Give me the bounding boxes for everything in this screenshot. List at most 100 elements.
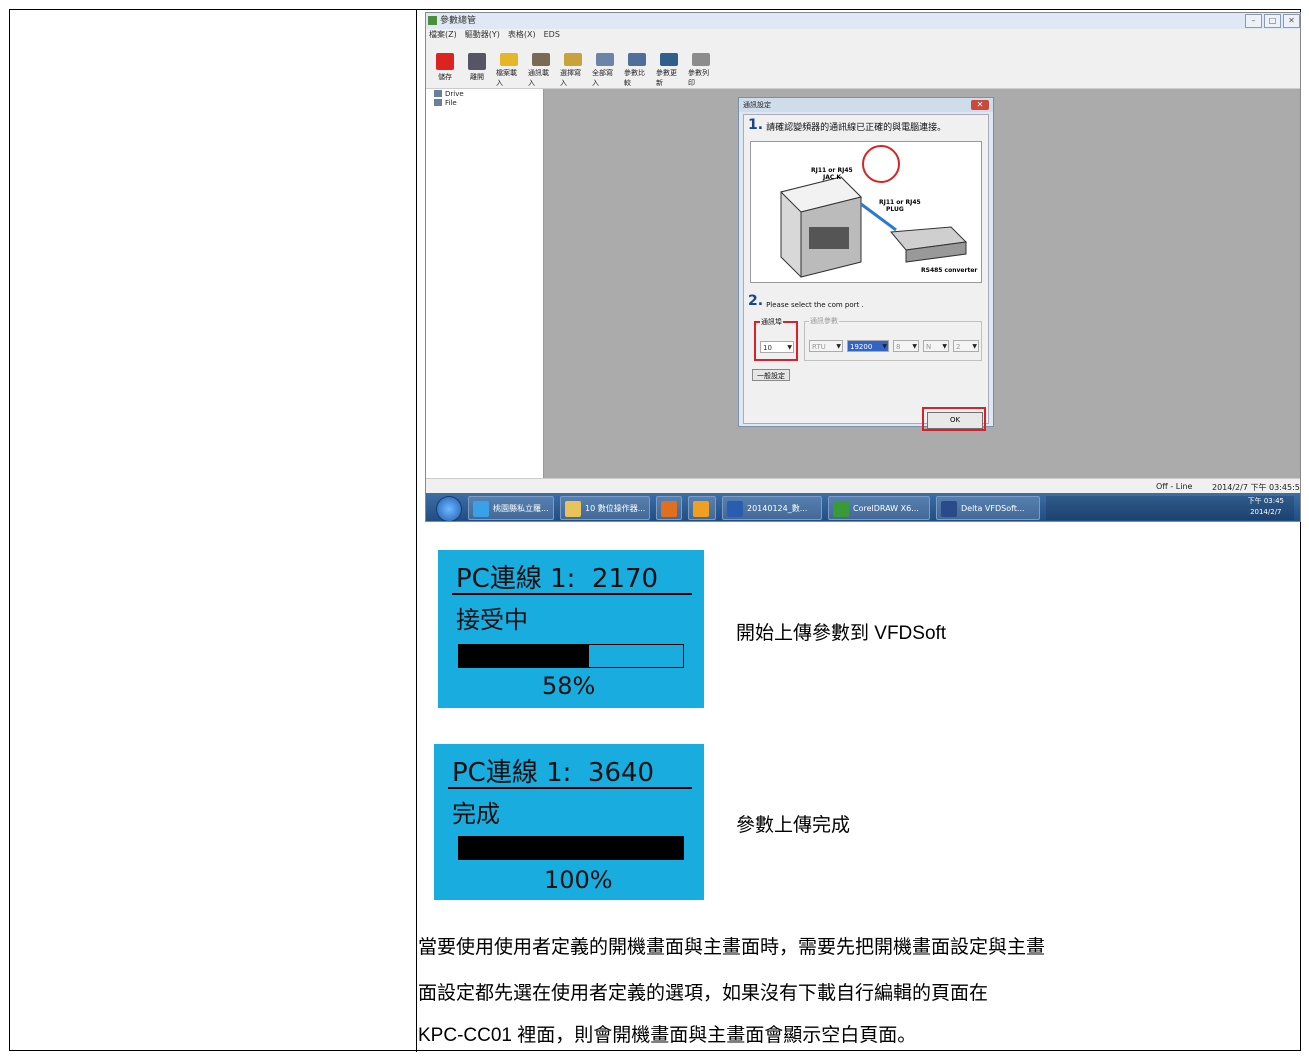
svg-text:RJ11 or RJ45: RJ11 or RJ45 xyxy=(879,199,921,206)
param-compare-icon xyxy=(628,53,646,66)
tray-clock: 下午 03:45 2014/2/7 xyxy=(1247,497,1284,516)
step1-text: 請確認變頻器的通訊線已正確的與電腦連接。 xyxy=(766,123,947,133)
lcd-progress-fill xyxy=(459,645,589,667)
word-icon xyxy=(727,501,743,517)
file-load-button[interactable]: 檔案載入 xyxy=(496,53,522,88)
system-tray: 下午 03:45 2014/2/7 xyxy=(1046,496,1294,520)
lcd-line2: 完成 xyxy=(452,800,500,828)
param-print-button[interactable]: 參數列印 xyxy=(688,53,714,88)
coreldraw-icon xyxy=(833,501,849,517)
baud-select[interactable]: 19200 xyxy=(847,340,889,353)
upload-complete-caption: 參數上傳完成 xyxy=(736,815,851,836)
com-port-select[interactable]: 10 xyxy=(760,341,794,354)
lcd-percent: 100% xyxy=(544,866,613,894)
folder-icon xyxy=(565,501,581,517)
menu-table[interactable]: 表格(X) xyxy=(508,29,536,41)
step2: 2. Please select the com port . xyxy=(748,293,864,309)
dialog-body: 1. 請確認變頻器的通訊線已正確的與電腦連接。 RJ11 or RJ45 JAC… xyxy=(743,114,989,431)
media-icon xyxy=(661,501,677,517)
ok-button[interactable]: OK xyxy=(927,412,983,429)
tree-panel: Drive File xyxy=(426,89,544,478)
exit-button[interactable]: 離開 xyxy=(464,53,490,88)
lcd-line2: 接受中 xyxy=(456,606,528,634)
task-ie[interactable]: 桃園縣私立羅... xyxy=(468,496,554,520)
task-media[interactable] xyxy=(656,496,682,520)
parity-select[interactable]: N xyxy=(923,340,949,353)
comm-load-icon xyxy=(532,53,550,66)
lcd-display-uploading: PC連線 1: 2170 接受中 58% xyxy=(438,550,704,708)
menu-bar: 檔案(Z) 驅動器(Y) 表格(X) EDS xyxy=(426,29,1300,41)
vfdsoft-icon xyxy=(941,501,957,517)
ie-icon xyxy=(473,501,489,517)
maximize-icon[interactable]: □ xyxy=(1264,14,1281,28)
print-icon xyxy=(692,53,710,66)
drive-connection-illustration: RJ11 or RJ45 JAC K RJ11 or RJ45 PLUG RS4… xyxy=(780,145,977,278)
dialog-close-icon[interactable]: ✕ xyxy=(971,100,989,110)
select-write-icon xyxy=(564,53,582,66)
step1-number: 1. xyxy=(748,117,764,133)
window-title: 參數總管 xyxy=(440,16,477,26)
menu-drive[interactable]: 驅動器(Y) xyxy=(465,29,500,41)
paragraph-line-2: 面設定都先選在使用者定義的選項，如果沒有下載自行編輯的頁面在 xyxy=(418,983,989,1004)
step1: 1. 請確認變頻器的通訊線已正確的與電腦連接。 xyxy=(748,117,946,133)
app-icon xyxy=(428,16,437,25)
window-titlebar: 參數總管 – □ ✕ xyxy=(426,13,1300,29)
comm-load-button[interactable]: 通訊載入 xyxy=(528,53,554,88)
svg-text:JAC K: JAC K xyxy=(822,174,841,181)
status-datetime: 2014/2/7 下午 03:45:5 xyxy=(1212,483,1300,492)
close-icon[interactable]: ✕ xyxy=(1283,14,1300,28)
vfdsoft-screenshot: 參數總管 – □ ✕ 檔案(Z) 驅動器(Y) 表格(X) EDS 儲存 離開 … xyxy=(425,12,1301,522)
upload-start-caption: 開始上傳參數到 VFDSoft xyxy=(736,623,947,644)
start-button-icon[interactable] xyxy=(436,496,462,521)
svg-text:PLUG: PLUG xyxy=(886,206,904,213)
dialog-titlebar: 通訊設定 ✕ xyxy=(739,98,993,112)
menu-eds[interactable]: EDS xyxy=(544,29,560,41)
minimize-icon[interactable]: – xyxy=(1245,14,1262,28)
tree-item-file[interactable]: File xyxy=(426,98,543,107)
svg-text:RJ11 or RJ45: RJ11 or RJ45 xyxy=(811,167,853,174)
lcd-progress-bar xyxy=(458,644,684,668)
paragraph-line-1: 當要使用使用者定義的開機畫面與主畫面時，需要先把開機畫面設定與主畫 xyxy=(418,937,1046,958)
step2-text: Please select the com port . xyxy=(766,301,864,309)
write-all-button[interactable]: 全部寫入 xyxy=(592,53,618,88)
lcd-line1: PC連線 1: 2170 xyxy=(456,564,659,594)
drive-icon xyxy=(434,90,442,97)
ok-button-highlight: OK xyxy=(922,407,986,431)
file-icon xyxy=(434,99,442,106)
task-coreldraw[interactable]: CorelDRAW X6... xyxy=(828,496,930,520)
task-outlook[interactable] xyxy=(688,496,716,520)
param-update-button[interactable]: 參數更新 xyxy=(656,53,682,88)
com-port-label: 通訊埠 xyxy=(760,317,783,327)
connection-diagram: RJ11 or RJ45 JAC K RJ11 or RJ45 PLUG RS4… xyxy=(750,141,982,283)
toolbar: 儲存 離開 檔案載入 通訊載入 選擇寫入 全部寫入 參數比較 參數更新 參數列印 xyxy=(426,41,1300,89)
protocol-select[interactable]: RTU xyxy=(809,340,843,353)
comm-params-group: 通訊參數 RTU 19200 8 N 2 xyxy=(804,316,982,361)
lcd-line1: PC連線 1: 3640 xyxy=(452,758,655,788)
task-word[interactable]: 20140124_數... xyxy=(722,496,822,520)
taskbar: 桃園縣私立羅... 10 數位操作器... 20140124_數... Core… xyxy=(426,493,1300,521)
exit-icon xyxy=(468,53,486,70)
comm-settings-dialog: 通訊設定 ✕ 1. 請確認變頻器的通訊線已正確的與電腦連接。 RJ11 or R xyxy=(738,97,994,431)
paragraph-line-3: KPC-CC01 裡面，則會開機畫面與主畫面會顯示空白頁面。 xyxy=(418,1025,917,1046)
general-settings-button[interactable]: 一般設定 xyxy=(752,369,790,381)
com-port-group: 通訊埠 10 xyxy=(754,317,798,361)
lcd-percent: 58% xyxy=(542,672,596,700)
write-all-icon xyxy=(596,53,614,66)
step2-number: 2. xyxy=(748,293,764,309)
connection-status: Off - Line xyxy=(1156,482,1193,491)
stopbits-select[interactable]: 2 xyxy=(953,340,979,353)
save-icon xyxy=(436,53,454,70)
save-button[interactable]: 儲存 xyxy=(432,53,458,88)
menu-file[interactable]: 檔案(Z) xyxy=(429,29,457,41)
lcd-progress-bar xyxy=(458,836,684,860)
param-compare-button[interactable]: 參數比較 xyxy=(624,53,650,88)
outlook-icon xyxy=(693,501,709,517)
lcd-divider xyxy=(448,787,692,789)
lcd-display-complete: PC連線 1: 3640 完成 100% xyxy=(434,744,704,900)
databits-select[interactable]: 8 xyxy=(893,340,919,353)
task-folder[interactable]: 10 數位操作器... xyxy=(560,496,650,520)
tree-item-drive[interactable]: Drive xyxy=(426,89,543,98)
task-vfdsoft[interactable]: Delta VFDSoft... xyxy=(936,496,1040,520)
select-write-button[interactable]: 選擇寫入 xyxy=(560,53,586,88)
lcd-divider xyxy=(452,593,692,595)
